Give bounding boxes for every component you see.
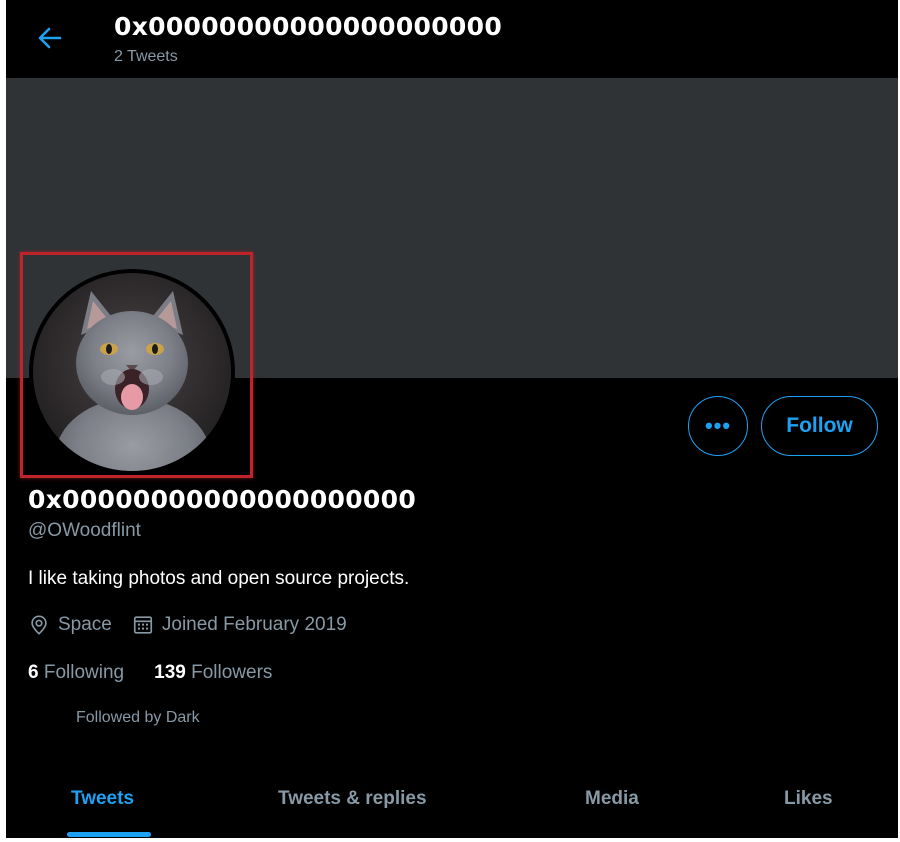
follow-button[interactable]: Follow [761, 396, 878, 456]
location-text: Space [58, 614, 112, 635]
join-date-text: Joined February 2019 [161, 614, 347, 635]
profile-meta: Space Joined February 2019 [28, 614, 367, 636]
user-handle: @OWoodflint [28, 520, 141, 541]
top-header: 0x00000000000000000000 2 Tweets [6, 0, 898, 78]
tab-media[interactable]: Media [585, 788, 639, 810]
active-tab-indicator [67, 832, 151, 837]
followers-link[interactable]: 139 Followers [154, 662, 272, 684]
profile-tabs: Tweets Tweets & replies Media Likes [6, 770, 898, 838]
follow-stats: 6 Following 139 Followers [28, 662, 302, 684]
following-link[interactable]: 6 Following [28, 662, 124, 684]
arrow-left-icon [38, 27, 62, 49]
location: Space [28, 614, 112, 636]
header-title: 0x00000000000000000000 [114, 12, 503, 41]
join-date: Joined February 2019 [132, 614, 347, 636]
display-name: 0x00000000000000000000 [28, 485, 417, 514]
following-label: Following [43, 662, 125, 683]
kitten-avatar-image [33, 273, 231, 471]
more-options-button[interactable]: ••• [688, 396, 748, 456]
back-button[interactable] [30, 18, 70, 58]
followers-count: 139 [154, 662, 186, 683]
following-count: 6 [28, 662, 39, 683]
tab-tweets[interactable]: Tweets [71, 788, 134, 810]
more-options-icon: ••• [704, 413, 732, 438]
followed-by-text[interactable]: Followed by Dark [76, 709, 200, 727]
calendar-icon [133, 616, 152, 634]
profile-page: 0x00000000000000000000 2 Tweets ••• Foll… [6, 0, 898, 838]
avatar-highlight-box [20, 252, 253, 478]
header-tweet-count: 2 Tweets [114, 48, 178, 65]
user-bio: I like taking photos and open source pro… [28, 568, 410, 589]
tab-tweets-and-replies[interactable]: Tweets & replies [278, 788, 427, 810]
location-pin-icon [31, 615, 47, 635]
tab-likes[interactable]: Likes [784, 788, 833, 810]
avatar[interactable] [29, 269, 235, 475]
follow-button-label: Follow [786, 414, 853, 437]
followers-label: Followers [191, 662, 273, 683]
